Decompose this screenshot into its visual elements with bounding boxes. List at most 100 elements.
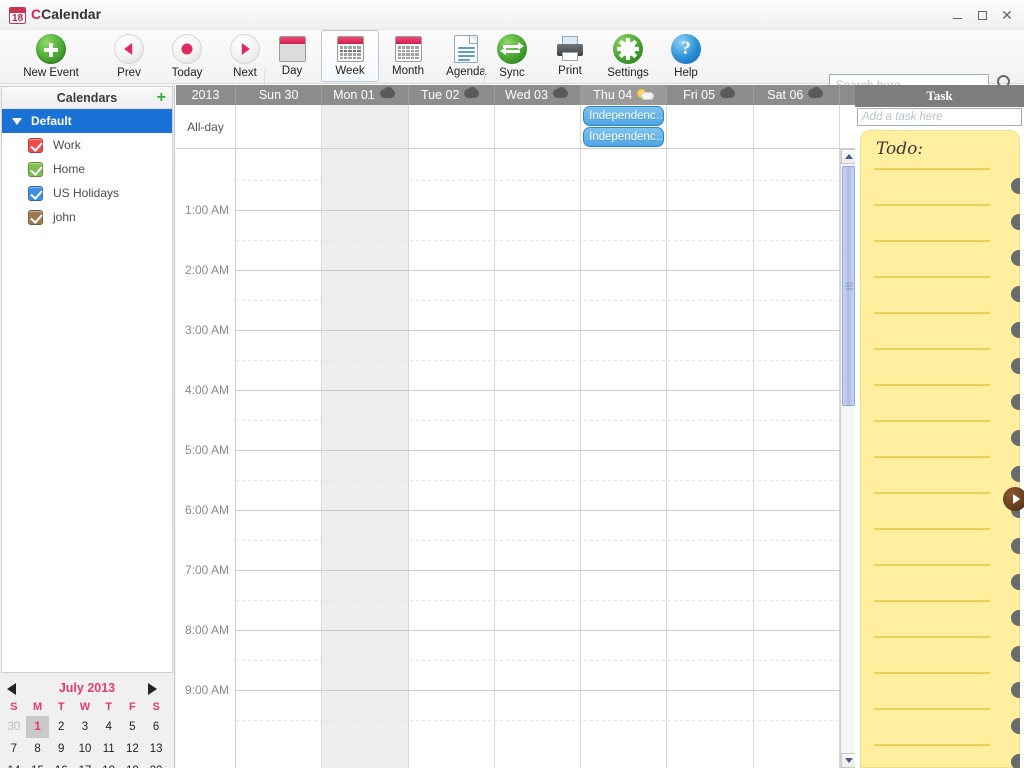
maximize-button[interactable] <box>971 4 993 26</box>
plus-circle-icon <box>36 34 66 64</box>
mini-day[interactable]: 15 <box>26 760 50 768</box>
day-header-4[interactable]: Thu 04 <box>581 85 668 105</box>
mini-prev-month-button[interactable] <box>7 683 16 695</box>
mini-day[interactable]: 11 <box>97 738 121 760</box>
year-label: 2013 <box>176 85 236 105</box>
day-column-1[interactable] <box>322 149 409 768</box>
mini-day[interactable]: 3 <box>73 716 97 738</box>
mini-next-month-button[interactable] <box>148 683 157 695</box>
mini-day[interactable]: 2 <box>49 716 73 738</box>
all-day-cell-2[interactable] <box>409 105 495 148</box>
calendar-month-icon <box>394 36 422 62</box>
collapse-arrow-icon <box>1003 487 1024 511</box>
hour-gridline <box>236 330 855 331</box>
hour-gridline <box>236 450 855 451</box>
minimize-button[interactable] <box>946 4 968 26</box>
mini-day[interactable]: 6 <box>144 716 168 738</box>
prev-arrow-icon <box>114 34 144 64</box>
scroll-down-button[interactable] <box>841 753 856 768</box>
mini-day[interactable]: 5 <box>121 716 145 738</box>
mini-day[interactable]: 30 <box>2 716 26 738</box>
todo-notepad[interactable]: Todo: <box>860 130 1020 768</box>
mini-weekday: M <box>32 701 43 713</box>
all-day-cell-5[interactable] <box>667 105 754 148</box>
checkbox-john[interactable] <box>28 209 43 225</box>
day-header-label: Wed 03 <box>505 88 548 102</box>
mini-day[interactable]: 13 <box>144 738 168 760</box>
settings-button[interactable]: Settings <box>599 30 657 82</box>
day-header-2[interactable]: Tue 02 <box>409 85 495 105</box>
calendar-item-us-holidays[interactable]: US Holidays <box>2 181 172 205</box>
scroll-up-button[interactable] <box>841 149 856 164</box>
mini-day[interactable]: 14 <box>2 760 26 768</box>
calendar-item-home[interactable]: Home <box>2 157 172 181</box>
close-button[interactable]: ✕ <box>996 4 1018 26</box>
all-day-label: All-day <box>176 105 236 148</box>
all-day-cell-4[interactable]: Independenc… Independenc… <box>581 105 668 148</box>
sync-label: Sync <box>499 67 525 79</box>
day-header-1[interactable]: Mon 01 <box>322 85 409 105</box>
mini-days-body: 3012345678910111213141516171819202122232… <box>2 716 168 768</box>
checkbox-work[interactable] <box>28 137 43 153</box>
weather-rain-icon <box>464 86 481 103</box>
mini-day[interactable]: 20 <box>144 760 168 768</box>
mini-day[interactable]: 12 <box>121 738 145 760</box>
notepad-rule <box>874 240 990 242</box>
checkbox-home[interactable] <box>28 161 43 177</box>
checkbox-us-holidays[interactable] <box>28 185 43 201</box>
day-header-5[interactable]: Fri 05 <box>667 85 754 105</box>
view-day-button[interactable]: Day <box>263 30 321 82</box>
calendar-item-work[interactable]: Work <box>2 133 172 157</box>
calendar-group-default[interactable]: Default <box>2 109 172 133</box>
all-day-cell-3[interactable] <box>495 105 582 148</box>
help-button[interactable]: ? Help <box>657 30 715 82</box>
all-day-cell-6[interactable] <box>754 105 840 148</box>
add-calendar-button[interactable]: + <box>157 89 166 107</box>
calendar-item-label: john <box>53 210 76 224</box>
all-day-cell-0[interactable] <box>236 105 323 148</box>
prev-button[interactable]: Prev <box>100 30 158 82</box>
mini-day[interactable]: 17 <box>73 760 97 768</box>
notepad-rule <box>874 204 990 206</box>
mini-day[interactable]: 18 <box>97 760 121 768</box>
notepad-notch <box>1011 466 1020 482</box>
add-task-input[interactable]: Add a task here <box>857 108 1022 126</box>
day-header-0[interactable]: Sun 30 <box>236 85 323 105</box>
day-column-5[interactable] <box>667 149 754 768</box>
mini-day[interactable]: 10 <box>73 738 97 760</box>
mini-day[interactable]: 16 <box>49 760 73 768</box>
mini-day[interactable]: 9 <box>49 738 73 760</box>
mini-day-today[interactable]: 1 <box>25 716 50 738</box>
chevron-down-icon <box>12 117 22 125</box>
new-event-button[interactable]: New Event <box>22 30 80 82</box>
day-header-6[interactable]: Sat 06 <box>754 85 840 105</box>
mini-day[interactable]: 8 <box>26 738 50 760</box>
all-day-cell-1[interactable] <box>322 105 409 148</box>
weather-rain-icon <box>379 86 397 103</box>
calendar-scrollbar[interactable] <box>840 149 856 768</box>
day-column-4[interactable] <box>581 149 668 768</box>
view-month-button[interactable]: Month <box>379 30 437 82</box>
app-title: CCalendar <box>31 6 101 22</box>
mini-day[interactable]: 4 <box>97 716 121 738</box>
day-header-3[interactable]: Wed 03 <box>495 85 582 105</box>
mini-day[interactable]: 19 <box>121 760 145 768</box>
all-day-row: All-day Independenc… Independenc… <box>176 105 855 149</box>
all-day-event[interactable]: Independenc… <box>583 127 665 147</box>
calendar-item-john[interactable]: john <box>2 205 172 229</box>
today-button[interactable]: Today <box>158 30 216 82</box>
day-column-6[interactable] <box>754 149 840 768</box>
all-day-event[interactable]: Independenc… <box>583 106 665 126</box>
calendar-item-label: US Holidays <box>53 186 120 200</box>
scrollbar-thumb[interactable] <box>842 166 855 406</box>
view-week-button[interactable]: Week <box>321 30 379 82</box>
notepad-rule <box>874 168 990 170</box>
sync-button[interactable]: Sync <box>483 30 541 82</box>
todo-heading: Todo: <box>876 139 924 159</box>
mini-day[interactable]: 7 <box>2 738 26 760</box>
print-button[interactable]: Print <box>541 30 599 82</box>
day-column-0[interactable] <box>236 149 323 768</box>
panel-collapse-handle[interactable] <box>1003 487 1024 518</box>
day-column-3[interactable] <box>495 149 582 768</box>
day-column-2[interactable] <box>409 149 495 768</box>
